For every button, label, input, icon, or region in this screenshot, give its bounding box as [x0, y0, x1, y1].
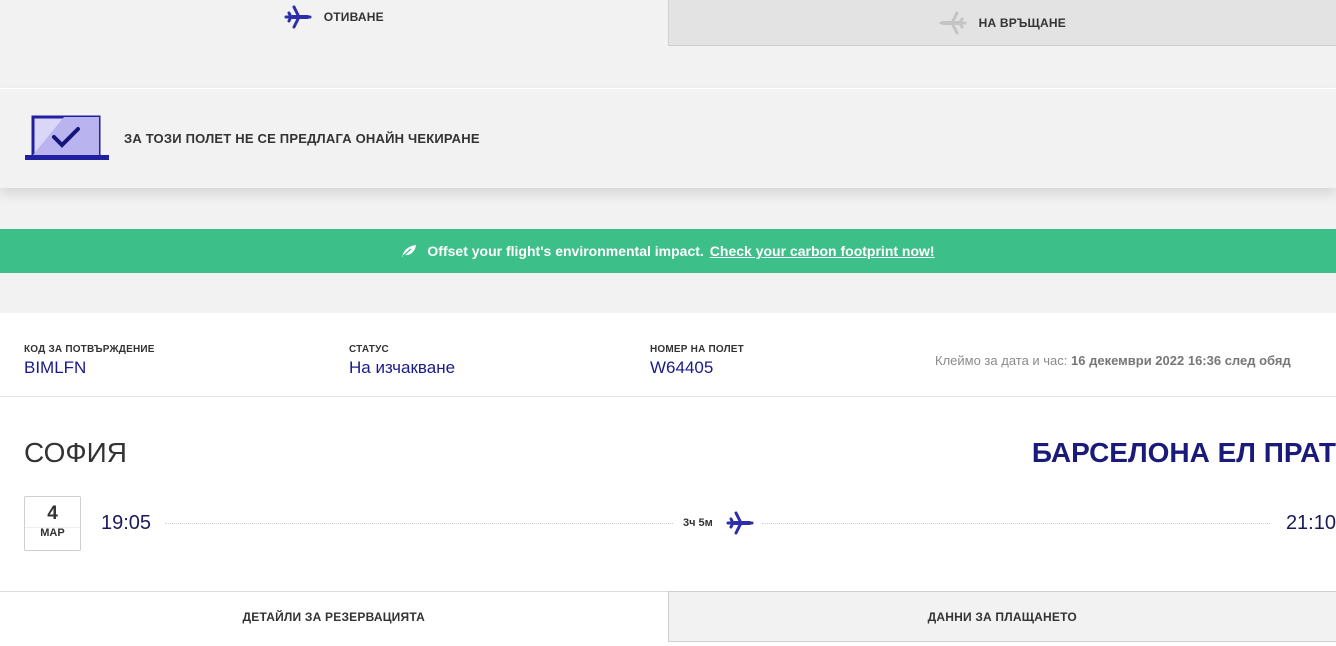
plane-icon: [939, 10, 967, 36]
timestamp-value: 16 декември 2022 16:36 след обяд: [1071, 353, 1291, 368]
plane-icon: [726, 510, 754, 536]
flight-date-month: МАР: [40, 527, 65, 539]
tab-payment-details[interactable]: ДАННИ ЗА ПЛАЩАНЕТО: [667, 591, 1336, 642]
tab-reservation-details[interactable]: ДЕТАЙЛИ ЗА РЕЗЕРВАЦИЯТА: [0, 591, 668, 642]
status-label: СТАТУС: [349, 344, 389, 355]
leaf-icon: [401, 244, 417, 258]
booking-timestamp: Клеймо за дата и час: 16 декември 2022 1…: [935, 353, 1291, 368]
flight-number-value: W64405: [650, 358, 714, 377]
flight-number-label: НОМЕР НА ПОЛЕТ: [650, 344, 744, 355]
route-line-right: [762, 523, 1270, 524]
laptop-check-icon: [24, 115, 110, 163]
status-value: На изчакване: [349, 358, 456, 377]
tab-outbound[interactable]: ОТИВАНЕ: [0, 0, 668, 46]
tab-return-label: НА ВРЪЩАНЕ: [978, 15, 1066, 30]
carbon-footprint-link[interactable]: Check your carbon footprint now!: [710, 243, 935, 259]
timestamp-label: Клеймо за дата и час:: [935, 353, 1068, 368]
confirmation-code-value: BIMLFN: [24, 358, 87, 377]
flight-number: НОМЕР НА ПОЛЕТ W64405: [650, 344, 744, 378]
flight-duration: 3ч 5м: [683, 517, 713, 529]
plane-icon: [284, 4, 312, 30]
departure-city: СОФИЯ: [24, 437, 128, 468]
departure-time: 19:05: [101, 512, 152, 534]
arrival-city: БАРСЕЛОНА ЕЛ ПРАТ: [1031, 437, 1336, 468]
banner-text: Offset your flight's environmental impac…: [427, 243, 704, 259]
booking-status: СТАТУС На изчакване: [349, 344, 455, 378]
flight-direction-tabs: ОТИВАНЕ НА ВРЪЩАНЕ: [0, 0, 1336, 46]
checkin-message: ЗА ТОЗИ ПОЛЕТ НЕ СЕ ПРЕДЛАГА ОНАЙН ЧЕКИР…: [124, 131, 480, 146]
booking-info-row: КОД ЗА ПОТВЪРЖДЕНИЕ BIMLFN СТАТУС На изч…: [0, 313, 1336, 397]
flight-date: 4 МАР: [24, 496, 81, 551]
confirmation-code-label: КОД ЗА ПОТВЪРЖДЕНИЕ: [24, 344, 155, 355]
route-line-left: [165, 523, 673, 524]
flight-date-day: 4: [47, 503, 58, 524]
tab-return[interactable]: НА ВРЪЩАНЕ: [667, 0, 1336, 46]
tab-outbound-label: ОТИВАНЕ: [323, 10, 384, 24]
carbon-banner: Offset your flight's environmental impac…: [0, 229, 1336, 273]
bottom-tabs: ДЕТАЙЛИ ЗА РЕЗЕРВАЦИЯТА ДАННИ ЗА ПЛАЩАНЕ…: [0, 591, 1336, 642]
arrival-time: 21:10: [1285, 512, 1336, 534]
checkin-notice: ЗА ТОЗИ ПОЛЕТ НЕ СЕ ПРЕДЛАГА ОНАЙН ЧЕКИР…: [0, 88, 1336, 188]
confirmation-code: КОД ЗА ПОТВЪРЖДЕНИЕ BIMLFN: [24, 344, 155, 378]
